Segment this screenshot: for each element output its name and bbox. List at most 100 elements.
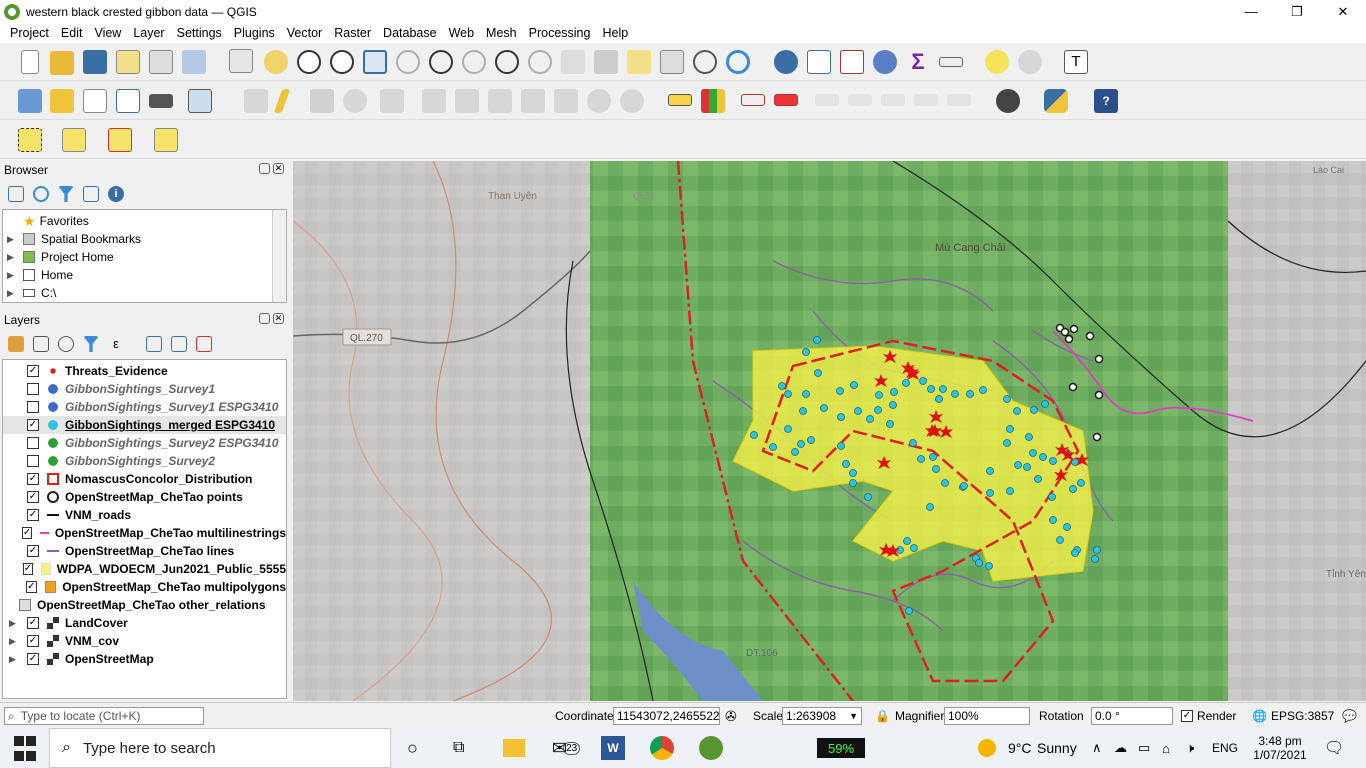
change-label-icon[interactable] [914, 94, 938, 106]
chevron-right-icon[interactable]: ▶ [7, 288, 23, 299]
open-attribute-table-icon[interactable] [807, 50, 831, 74]
save-project-icon[interactable] [83, 50, 107, 74]
mail-icon[interactable]: ✉ 23 [552, 734, 581, 762]
render-checkbox[interactable]: ✓ Render [1181, 707, 1236, 725]
browser-item-home[interactable]: ▶ Home [7, 266, 73, 284]
move-label-icon[interactable] [848, 94, 872, 106]
layer-visibility-checkbox[interactable]: ✓ [25, 581, 37, 593]
layer-row[interactable]: GibbonSightings_Survey1 [3, 380, 286, 398]
text-annotation-icon[interactable]: T [1064, 50, 1088, 74]
new-project-icon[interactable] [21, 50, 39, 74]
layer-row[interactable]: ✓ OpenStreetMap_CheTao multipolygons [3, 578, 286, 596]
layer-row[interactable]: ▶ ✓ LandCover [3, 614, 286, 632]
cloud-icon[interactable]: ☁ [1114, 734, 1127, 762]
new-print-layout-icon[interactable] [116, 50, 140, 74]
python-console-icon[interactable] [1044, 89, 1068, 113]
chevron-right-icon[interactable]: ▶ [7, 270, 23, 281]
maximize-button[interactable]: ❐ [1274, 0, 1320, 23]
layer-row[interactable]: ✓ OpenStreetMap_CheTao points [3, 488, 286, 506]
cut-features-icon[interactable] [488, 89, 512, 113]
zoom-next-icon[interactable] [528, 50, 552, 74]
magnifier-spinbox[interactable]: 100% [944, 707, 1030, 725]
word-icon[interactable]: W [601, 736, 625, 760]
copy-features-icon[interactable] [521, 89, 545, 113]
collapse-all-icon[interactable] [83, 186, 99, 202]
show-bookmarks-icon[interactable] [660, 50, 684, 74]
open-project-icon[interactable] [50, 51, 74, 75]
windows-start-icon[interactable] [14, 734, 36, 762]
notifications-icon[interactable]: 🗨 [1324, 734, 1344, 762]
layer-visibility-checkbox[interactable]: ✓ [27, 653, 39, 665]
zoom-in-icon[interactable] [297, 50, 321, 74]
toolbox-gear-icon[interactable] [873, 50, 897, 74]
layer-row[interactable]: GibbonSightings_Survey2 [3, 452, 286, 470]
toggle-extents-icon[interactable]: ✇ [725, 707, 737, 725]
new-geopackage-layer-icon[interactable] [50, 89, 74, 113]
remove-layer-icon[interactable] [196, 336, 212, 352]
chevron-right-icon[interactable]: ▶ [3, 636, 27, 647]
layer-visibility-checkbox[interactable] [27, 401, 39, 413]
zoom-out-icon[interactable] [330, 50, 354, 74]
menu-view[interactable]: View [88, 26, 127, 40]
menu-project[interactable]: Project [4, 26, 55, 40]
select-by-location-icon[interactable] [154, 128, 178, 152]
zoom-to-layer-icon[interactable] [429, 50, 453, 74]
toggle-editing-pencil-icon[interactable] [273, 89, 291, 113]
lock-scale-icon[interactable]: 🔒 [875, 707, 890, 725]
menu-web[interactable]: Web [443, 26, 480, 40]
messages-icon[interactable]: 💬 [1342, 707, 1357, 725]
statistics-summary-icon[interactable] [840, 50, 864, 74]
undo-icon[interactable] [587, 89, 611, 113]
zoom-full-icon[interactable] [363, 50, 387, 74]
add-group-icon[interactable] [33, 336, 49, 352]
layer-visibility-checkbox[interactable]: ✓ [27, 419, 39, 431]
select-by-expression-icon[interactable] [62, 128, 86, 152]
virtual-layer-icon[interactable] [149, 94, 173, 108]
weather-text[interactable]: Sunny [1037, 734, 1077, 762]
new-map-view-icon[interactable] [561, 50, 585, 74]
menu-plugins[interactable]: Plugins [228, 26, 281, 40]
map-tips-icon[interactable] [985, 50, 1009, 74]
layer-row[interactable]: ✓ GibbonSightings_merged ESPG3410 [3, 416, 286, 434]
layer-row[interactable]: ▶ ✓ OpenStreetMap [3, 650, 286, 668]
select-features-icon[interactable] [18, 128, 42, 152]
menu-edit[interactable]: Edit [55, 26, 89, 40]
menu-database[interactable]: Database [377, 26, 443, 40]
menu-help[interactable]: Help [596, 26, 634, 40]
menu-mesh[interactable]: Mesh [480, 26, 523, 40]
browser-item-c-drive[interactable]: ▶ C:\ [7, 284, 56, 302]
filter-by-expression-icon[interactable]: ε [108, 336, 124, 352]
measure-line-icon[interactable] [939, 57, 963, 67]
clock[interactable]: 3:48 pm 1/07/2021 [1252, 731, 1308, 765]
filter-browser-icon[interactable] [58, 186, 74, 202]
close-panel-icon[interactable]: ✕ [273, 163, 284, 174]
chrome-icon[interactable] [650, 736, 674, 760]
new-3d-map-view-icon[interactable] [594, 50, 618, 74]
menu-raster[interactable]: Raster [328, 26, 377, 40]
layer-visibility-checkbox[interactable]: ✓ [27, 473, 39, 485]
float-layers-panel-icon[interactable] [259, 313, 270, 324]
battery-widget[interactable]: 59% [817, 738, 865, 758]
chevron-right-icon[interactable]: ▶ [7, 234, 23, 245]
temperature-text[interactable]: 9°C [1008, 734, 1032, 762]
layer-row[interactable]: OpenStreetMap_CheTao other_relations [3, 596, 286, 614]
menu-layer[interactable]: Layer [127, 26, 170, 40]
refresh-browser-icon[interactable] [33, 186, 49, 202]
save-edits-icon[interactable] [310, 89, 334, 113]
styling-panel-icon[interactable] [8, 336, 24, 352]
layer-visibility-checkbox[interactable]: ✓ [27, 635, 39, 647]
temporal-controller-icon[interactable] [693, 50, 717, 74]
layer-row[interactable]: ✓ WDPA_WDOECM_Jun2021_Public_5555 [3, 560, 286, 578]
browser-item-spatial-bookmarks[interactable]: ▶ Spatial Bookmarks [7, 230, 141, 248]
add-feature-icon[interactable] [343, 89, 367, 113]
taskbar-search-box[interactable]: ⌕ Type here to search [49, 728, 391, 768]
highlight-pinned-labels-icon[interactable] [741, 94, 765, 106]
modify-attributes-icon[interactable] [422, 89, 446, 113]
refresh-icon[interactable] [726, 50, 750, 74]
layer-visibility-checkbox[interactable]: ✓ [22, 563, 34, 575]
locate-search-input[interactable]: ⌕ Type to locate (Ctrl+K) [4, 707, 204, 725]
layer-row[interactable]: ▶ ✓ VNM_cov [3, 632, 286, 650]
spatial-query-icon[interactable] [1018, 50, 1042, 74]
browser-scrollbar[interactable] [272, 210, 286, 302]
close-layers-panel-icon[interactable]: ✕ [273, 313, 284, 324]
